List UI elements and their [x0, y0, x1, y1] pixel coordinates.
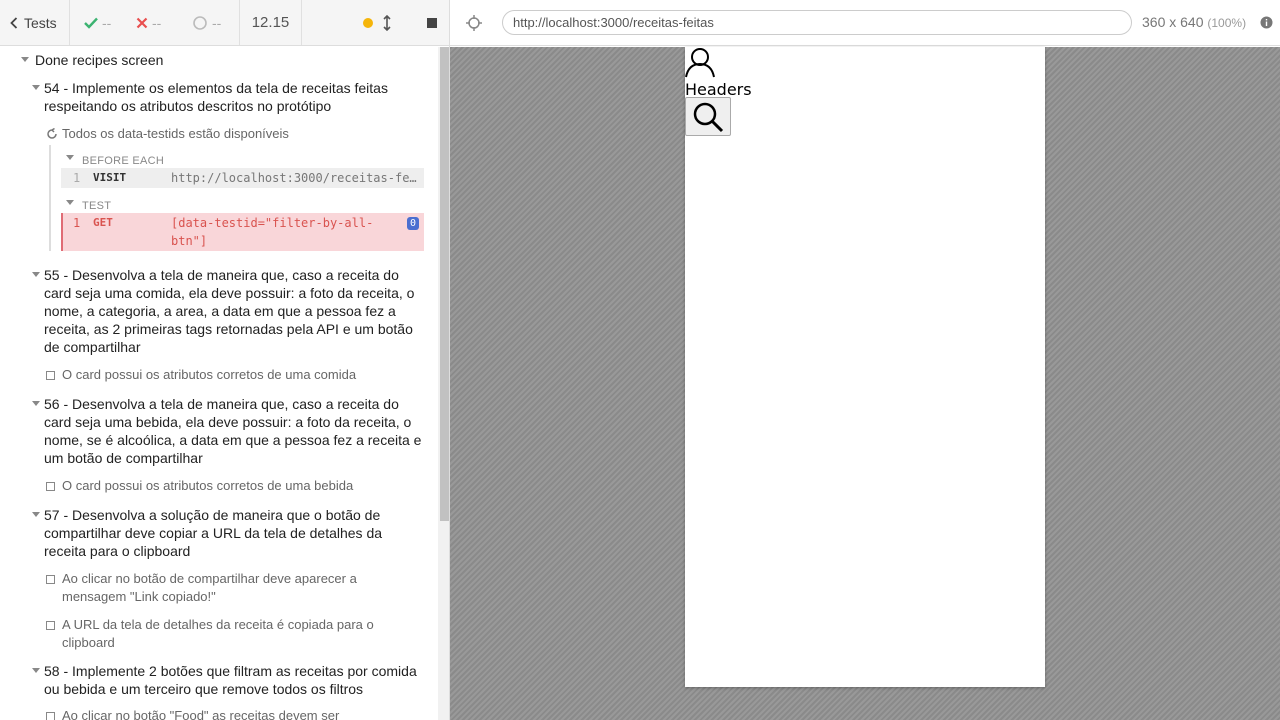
root-suite-title: Done recipes screen — [35, 52, 164, 68]
pending-checkbox-icon — [46, 575, 55, 584]
scrollbar-thumb[interactable] — [440, 47, 449, 521]
command-message-line1: [data-testid="filter-by-all- — [171, 216, 374, 230]
test-title: Ao clicar no botão "Food" as receitas de… — [62, 708, 340, 720]
test-item[interactable]: O card possui os atributos corretos de u… — [46, 366, 426, 384]
caret-down-icon — [66, 155, 74, 160]
caret-down-icon — [32, 512, 40, 517]
command-get-failed[interactable]: 1 GET [data-testid="filter-by-all- btn"]… — [61, 213, 424, 251]
info-icon[interactable] — [1260, 16, 1273, 29]
element-count-badge: 0 — [406, 217, 419, 230]
command-name: VISIT — [93, 171, 127, 184]
failed-count: -- — [128, 0, 186, 45]
pending-checkbox-icon — [46, 621, 55, 630]
stop-icon[interactable] — [426, 17, 438, 29]
suite-58[interactable]: 58 - Implemente 2 botões que filtram as … — [32, 662, 424, 698]
before-each-label: BEFORE EACH — [82, 155, 165, 167]
runnables-list: Done recipes screen 54 - Implemente os e… — [0, 47, 438, 720]
pending-checkbox-icon — [46, 712, 55, 720]
test-title: Todos os data-testids estão disponíveis — [62, 126, 289, 141]
pending-checkbox-icon — [46, 371, 55, 380]
test-item[interactable]: O card possui os atributos corretos de u… — [46, 477, 426, 495]
aut-header: http://localhost:3000/receitas-feitas 36… — [450, 0, 1280, 46]
pending-circle-icon — [193, 15, 207, 30]
aut-stage: Headers — [450, 47, 1280, 720]
caret-down-icon — [21, 57, 29, 62]
suite-55[interactable]: 55 - Desenvolva a tela de maneira que, c… — [32, 266, 424, 356]
suite-title: 54 - Implemente os elementos da tela de … — [44, 80, 388, 114]
reporter-stats-bar: Tests -- -- -- 12.15 — [0, 0, 449, 46]
suite-title: 57 - Desenvolva a solução de maneira que… — [44, 507, 383, 559]
command-name: GET — [93, 216, 113, 229]
duration: 12.15 — [240, 0, 302, 45]
reporter-scrollbar[interactable] — [438, 47, 449, 720]
test-title: O card possui os atributos corretos de u… — [62, 478, 354, 493]
running-spinner-icon — [47, 128, 57, 139]
viewport-size: 360 x 640 (100%) — [1142, 14, 1246, 30]
pending-value: -- — [212, 14, 222, 31]
command-visit[interactable]: 1 VISIT http://localhost:3000/receitas-f… — [61, 168, 424, 188]
command-log — [49, 145, 51, 251]
x-icon — [136, 17, 148, 28]
caret-down-icon — [66, 200, 74, 205]
suite-54[interactable]: 54 - Implemente os elementos da tela de … — [32, 79, 424, 115]
test-title: O card possui os atributos corretos de u… — [62, 367, 357, 382]
viewport-dimensions: 360 x 640 — [1142, 14, 1204, 30]
app-iframe: Headers — [685, 47, 1045, 687]
tests-back-button[interactable]: Tests — [0, 0, 70, 45]
passed-count: -- — [70, 0, 128, 45]
suite-57[interactable]: 57 - Desenvolva a solução de maneira que… — [32, 506, 424, 560]
suite-title: 56 - Desenvolva a tela de maneira que, c… — [44, 396, 422, 466]
failed-value: -- — [152, 14, 162, 31]
search-icon — [693, 102, 724, 133]
auto-scroll-toggle-icon[interactable] — [382, 14, 392, 31]
test-item[interactable]: Ao clicar no botão "Food" as receitas de… — [46, 707, 426, 720]
test-item[interactable]: A URL da tela de detalhes da receita é c… — [46, 616, 396, 652]
viewport-zoom: (100%) — [1207, 16, 1247, 30]
pending-checkbox-icon — [46, 482, 55, 491]
caret-down-icon — [32, 401, 40, 406]
pending-count: -- — [186, 0, 240, 45]
test-item[interactable]: Todos os data-testids estão disponíveis — [46, 125, 426, 143]
search-button[interactable] — [685, 97, 731, 136]
suite-56[interactable]: 56 - Desenvolva a tela de maneira que, c… — [32, 395, 424, 467]
selector-playground-crosshair-icon[interactable] — [466, 15, 482, 31]
before-each-hook[interactable]: BEFORE EACH — [66, 151, 164, 169]
profile-icon[interactable] — [685, 47, 717, 79]
command-message-line2: btn"] — [171, 234, 208, 248]
caret-down-icon — [32, 272, 40, 277]
test-title: Ao clicar no botão de compartilhar deve … — [62, 571, 357, 604]
chevron-left-icon — [10, 16, 18, 29]
test-hook[interactable]: TEST — [66, 196, 111, 214]
suite-title: 55 - Desenvolva a tela de maneira que, c… — [44, 267, 415, 355]
command-number: 1 — [73, 171, 81, 185]
caret-down-icon — [32, 85, 40, 90]
command-number: 1 — [73, 216, 81, 230]
passed-value: -- — [102, 14, 112, 31]
caret-down-icon — [32, 668, 40, 673]
tests-label: Tests — [24, 14, 57, 31]
run-controls — [302, 0, 449, 45]
check-icon — [84, 17, 98, 29]
suite-title: 58 - Implemente 2 botões que filtram as … — [44, 663, 417, 697]
running-dot-icon — [363, 17, 373, 28]
test-reporter: Tests -- -- -- 12.15 Done recipes screen — [0, 0, 450, 720]
test-title: A URL da tela de detalhes da receita é c… — [62, 617, 374, 650]
command-message: http://localhost:3000/receitas-fe… — [171, 171, 417, 185]
test-item[interactable]: Ao clicar no botão de compartilhar deve … — [46, 570, 386, 606]
duration-value: 12.15 — [251, 14, 290, 31]
url-bar[interactable]: http://localhost:3000/receitas-feitas — [502, 10, 1132, 35]
root-suite[interactable]: Done recipes screen — [20, 51, 420, 69]
